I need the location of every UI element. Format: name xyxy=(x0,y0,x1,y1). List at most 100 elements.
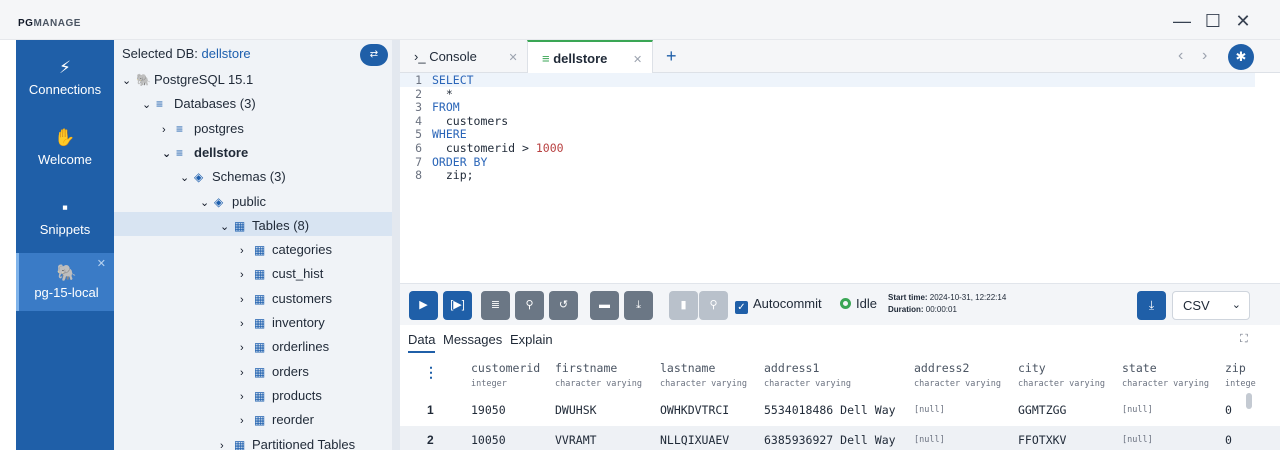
terminal-icon: ›_ xyxy=(414,49,426,64)
open-file-button[interactable]: ▬ xyxy=(590,291,619,320)
table-cell[interactable]: 0 xyxy=(1225,426,1232,450)
tree-node[interactable]: › ≡ postgres xyxy=(162,117,244,141)
tree-node[interactable]: › ▦ products xyxy=(240,384,322,408)
run-selection-button[interactable]: [▶] xyxy=(443,291,472,320)
column-header[interactable]: address1 character varying xyxy=(764,361,851,389)
table-cell[interactable]: 10050 xyxy=(471,426,506,450)
table-cell[interactable]: VVRAMT xyxy=(555,426,597,450)
tree-node[interactable]: › ▦ inventory xyxy=(240,311,325,335)
add-tab-button[interactable]: + xyxy=(666,46,677,67)
chevron-icon[interactable]: › xyxy=(240,263,254,287)
tree-node[interactable]: ⌄ 🐘 PostgreSQL 15.1 xyxy=(122,68,253,92)
tree-node[interactable]: › ▦ customers xyxy=(240,287,332,311)
table-cell[interactable]: 19050 xyxy=(471,396,506,424)
column-type: character varying xyxy=(660,379,747,389)
chevron-right-icon[interactable]: › xyxy=(1202,47,1207,65)
minimize-button[interactable]: — xyxy=(1169,10,1195,32)
table-cell[interactable]: [null] xyxy=(1122,426,1153,450)
table-cell[interactable]: [null] xyxy=(914,396,945,424)
table-cell[interactable]: 0 xyxy=(1225,396,1232,424)
column-header[interactable]: firstname character varying xyxy=(555,361,642,389)
search-button[interactable]: ⚲ xyxy=(515,291,544,320)
nav-welcome[interactable]: ✋ Welcome xyxy=(16,128,114,167)
close-icon[interactable]: ✕ xyxy=(509,52,518,64)
tree-node[interactable]: › ▦ Partitioned Tables xyxy=(220,433,355,450)
tree-node[interactable]: › ▦ orders xyxy=(240,360,309,384)
maximize-button[interactable]: ☐ xyxy=(1200,10,1226,32)
export-format-select[interactable]: CSV ⌄ xyxy=(1172,291,1250,320)
chevron-icon[interactable]: ⌄ xyxy=(220,215,234,239)
switch-db-button[interactable]: ⇄ xyxy=(360,44,388,66)
run-button[interactable]: ▶ xyxy=(409,291,438,320)
line-number: 2 xyxy=(415,86,422,101)
tab-data[interactable]: Data xyxy=(408,332,436,353)
chevron-icon[interactable]: › xyxy=(220,434,234,450)
nav-connections[interactable]: ⚡ Connections xyxy=(16,58,114,97)
tree-node[interactable]: ⌄ ≡ dellstore xyxy=(162,141,248,165)
left-nav: ⚡ Connections ✋ Welcome ▪ Snippets ✕ 🐘 p… xyxy=(16,40,114,450)
table-cell[interactable]: NLLQIXUAEV xyxy=(660,426,729,450)
nav-snippets[interactable]: ▪ Snippets xyxy=(16,198,114,237)
chevron-icon[interactable]: › xyxy=(240,336,254,360)
chevron-icon[interactable]: › xyxy=(240,288,254,312)
column-menu-icon[interactable]: ⋮ xyxy=(424,365,438,381)
close-icon[interactable]: ✕ xyxy=(633,54,642,66)
table-cell[interactable]: DWUHSK xyxy=(555,396,597,424)
table-cell[interactable]: 5534018486 Dell Way xyxy=(764,396,896,424)
chart-button[interactable]: ▮ xyxy=(669,291,698,320)
tab-messages[interactable]: Messages xyxy=(443,332,502,347)
node-icon: ▦ xyxy=(234,218,246,233)
chevron-icon[interactable]: ⌄ xyxy=(142,93,156,117)
export-button[interactable]: ⤓ xyxy=(1137,291,1166,320)
table-cell[interactable]: OWHKDVTRCI xyxy=(660,396,729,424)
close-connection-icon[interactable]: ✕ xyxy=(97,257,106,270)
panel-splitter[interactable] xyxy=(392,40,400,450)
tab-console[interactable]: ›_ Console ✕ xyxy=(400,40,526,73)
tree-node[interactable]: › ▦ categories xyxy=(240,238,332,262)
table-cell[interactable]: GGMTZGG xyxy=(1018,396,1066,424)
chevron-icon[interactable]: › xyxy=(240,312,254,336)
chevron-icon[interactable]: › xyxy=(240,361,254,385)
column-header[interactable]: city character varying xyxy=(1018,361,1105,389)
grid-scrollbar[interactable] xyxy=(1246,393,1252,409)
chevron-icon[interactable]: ⌄ xyxy=(180,166,194,190)
tree-node[interactable]: › ▦ cust_hist xyxy=(240,262,323,286)
table-row[interactable]: 1 19050 DWUHSK OWHKDVTRCI 5534018486 Dell Wa… xyxy=(400,396,1280,424)
column-header[interactable]: lastname character varying xyxy=(660,361,747,389)
column-header[interactable]: zip intege xyxy=(1225,361,1256,389)
table-row[interactable]: 2 10050 VVRAMT NLLQIXUAEV 6385936927 Dell Wa… xyxy=(400,426,1280,450)
table-cell[interactable]: 6385936927 Dell Way xyxy=(764,426,896,450)
nav-connection-pg-15-local[interactable]: ✕ 🐘 pg-15-local xyxy=(16,253,114,311)
chevron-icon[interactable]: ⌄ xyxy=(162,142,176,166)
column-header[interactable]: customerid integer xyxy=(471,361,540,389)
column-header[interactable]: state character varying xyxy=(1122,361,1209,389)
chevron-icon[interactable]: ⌄ xyxy=(200,191,214,215)
close-window-button[interactable]: ✕ xyxy=(1230,10,1256,32)
tab-dellstore[interactable]: ≡ dellstore ✕ xyxy=(527,40,653,73)
explain-button[interactable]: ⚲ xyxy=(699,291,728,320)
tools-button[interactable]: ✱ xyxy=(1228,44,1254,70)
chevron-icon[interactable]: › xyxy=(240,239,254,263)
tree-node[interactable]: ⌄ ▦ Tables (8) xyxy=(220,214,309,238)
chevron-left-icon[interactable]: ‹ xyxy=(1178,47,1183,65)
table-cell[interactable]: [null] xyxy=(914,426,945,450)
sql-editor[interactable]: 1 SELECT 2 * 3 FROM 4 customers 5 WHERE 6 custom… xyxy=(400,73,1280,283)
chevron-icon[interactable]: › xyxy=(240,409,254,433)
tab-explain[interactable]: Explain xyxy=(510,332,553,347)
tree-node[interactable]: › ▦ reorder xyxy=(240,408,314,432)
chevron-icon[interactable]: › xyxy=(162,118,176,142)
tree-node[interactable]: › ▦ orderlines xyxy=(240,335,329,359)
tree-node[interactable]: ⌄ ≡ Databases (3) xyxy=(142,92,256,116)
expand-icon[interactable]: ⛶ xyxy=(1240,333,1248,346)
chevron-icon[interactable]: ⌄ xyxy=(122,69,136,93)
format-button[interactable]: ≣ xyxy=(481,291,510,320)
chevron-icon[interactable]: › xyxy=(240,385,254,409)
tree-node[interactable]: ⌄ ◈ Schemas (3) xyxy=(180,165,286,189)
autocommit-checkbox[interactable]: ✓ Autocommit xyxy=(735,296,822,314)
table-cell[interactable]: FFOTXKV xyxy=(1018,426,1066,450)
table-cell[interactable]: [null] xyxy=(1122,396,1153,424)
history-button[interactable]: ↺ xyxy=(549,291,578,320)
tree-node[interactable]: ⌄ ◈ public xyxy=(200,190,266,214)
save-file-button[interactable]: ⤓ xyxy=(624,291,653,320)
column-header[interactable]: address2 character varying xyxy=(914,361,1001,389)
